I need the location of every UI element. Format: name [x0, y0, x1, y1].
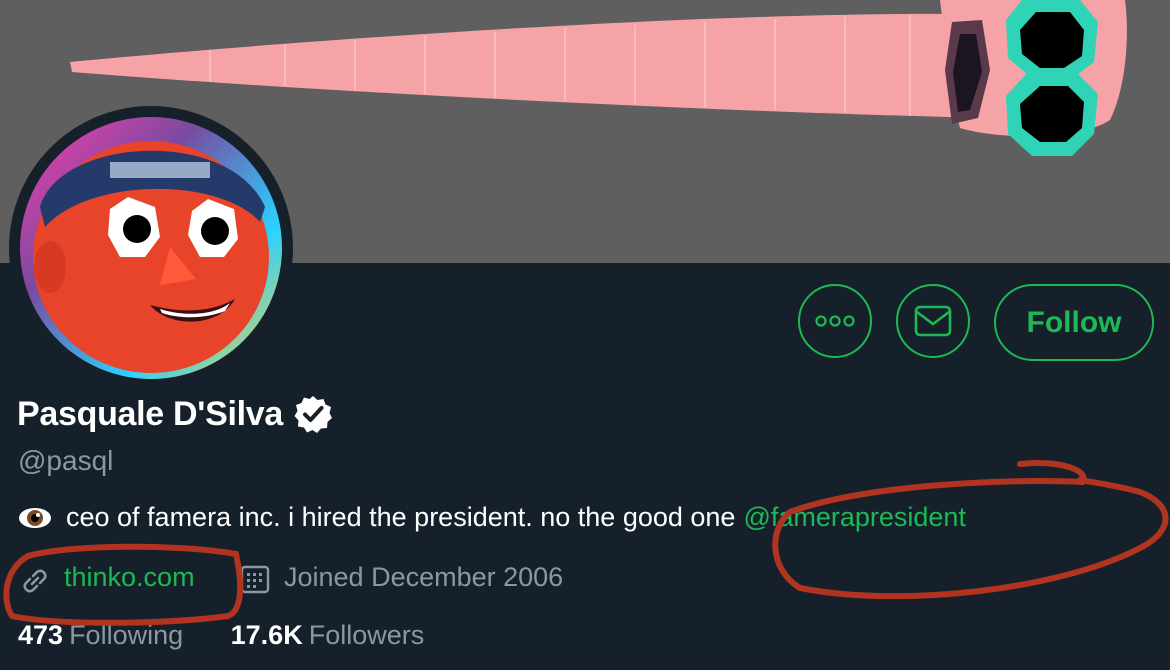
- bio-text: ceo of famera inc. i hired the president…: [66, 502, 736, 532]
- message-button[interactable]: [896, 284, 970, 358]
- website-link[interactable]: thinko.com: [64, 562, 195, 593]
- name-row: Pasquale D'Silva: [17, 394, 333, 434]
- follow-button[interactable]: Follow: [994, 284, 1154, 361]
- profile-meta: thinko.com Joined December 2006: [18, 562, 718, 598]
- profile-avatar[interactable]: [9, 106, 293, 390]
- ellipsis-icon: [815, 315, 855, 327]
- bio-mention-link[interactable]: @famerapresident: [743, 502, 966, 533]
- joined-date: Joined December 2006: [284, 562, 564, 592]
- following-count: 473: [18, 620, 64, 650]
- more-options-button[interactable]: [798, 284, 872, 358]
- avatar-image: [20, 117, 282, 379]
- display-name: Pasquale D'Silva: [17, 394, 283, 433]
- user-handle: @pasql: [18, 445, 114, 476]
- following-stat[interactable]: 473 Following: [18, 620, 183, 651]
- profile-bio: ceo of famera inc. i hired the president…: [18, 502, 966, 533]
- followers-count: 17.6K: [230, 620, 303, 650]
- link-icon: [23, 569, 47, 593]
- envelope-icon: [914, 305, 952, 337]
- profile-stats: 473 Following 17.6K Followers: [18, 620, 464, 651]
- following-label: Following: [69, 620, 184, 650]
- eye-emoji-icon: [19, 507, 51, 528]
- followers-stat[interactable]: 17.6K Followers: [231, 620, 425, 651]
- verified-badge-icon: [294, 396, 332, 433]
- followers-label: Followers: [308, 620, 425, 650]
- calendar-icon: [240, 565, 270, 594]
